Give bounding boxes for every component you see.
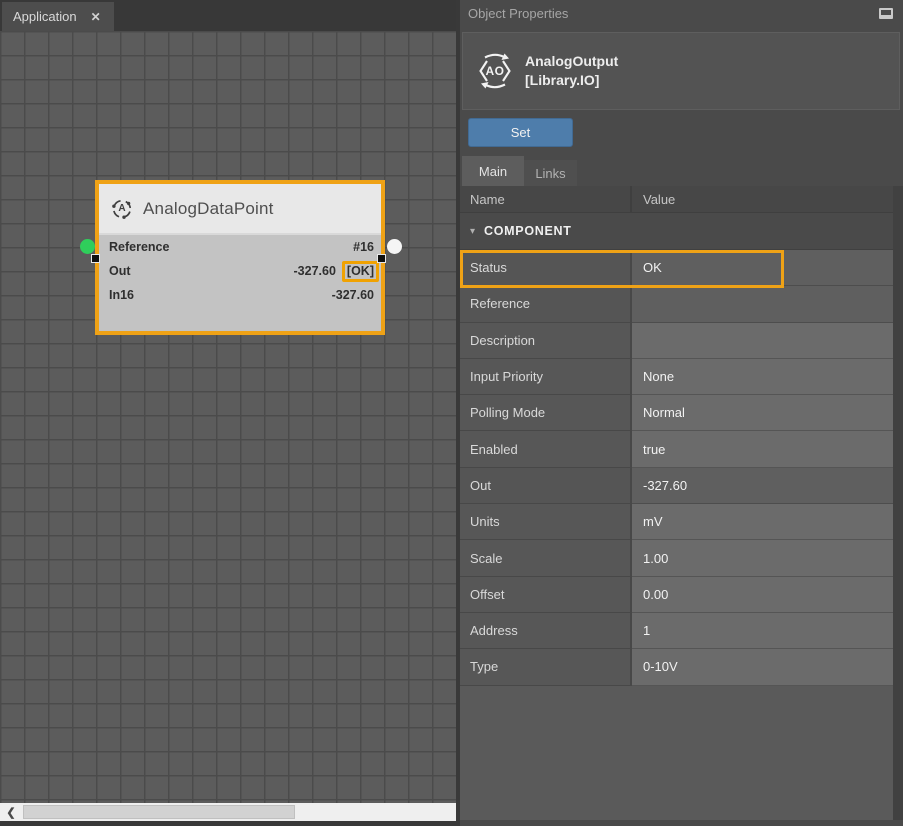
property-name: Description (460, 323, 632, 359)
block-rows: Reference #16 Out -327.60 [OK] In16 -327.60 (99, 235, 381, 331)
property-row-out[interactable]: Out-327.60 (460, 468, 893, 504)
property-name: Status (460, 250, 632, 286)
property-row-address[interactable]: Address1 (460, 613, 893, 649)
column-header-name: Name (460, 186, 632, 212)
column-header-value: Value (632, 192, 675, 207)
property-value[interactable]: mV (632, 504, 893, 540)
property-value[interactable]: Normal (632, 395, 893, 431)
scrollbar-thumb[interactable] (23, 805, 295, 819)
property-name: Enabled (460, 431, 632, 467)
block-body: A AnalogDataPoint Reference #16 Out -327.60… (99, 184, 381, 331)
property-row-offset[interactable]: Offset0.00 (460, 577, 893, 613)
property-value[interactable] (632, 323, 893, 359)
tab-application[interactable]: Application ✕ (2, 2, 114, 31)
prop-rows: StatusOKReferenceDescriptionInput Priori… (460, 250, 893, 686)
scroll-left-arrow-icon[interactable]: ❮ (0, 803, 22, 821)
block-row[interactable] (99, 307, 381, 331)
property-value[interactable] (632, 286, 893, 322)
property-name: Out (460, 468, 632, 504)
input-port-connector[interactable] (80, 239, 95, 254)
property-name: Address (460, 613, 632, 649)
analog-data-point-block[interactable]: A AnalogDataPoint Reference #16 Out -327.60… (95, 180, 385, 335)
property-row-units[interactable]: UnitsmV (460, 504, 893, 540)
block-icon-letter: A (111, 198, 133, 220)
block-title: AnalogDataPoint (143, 199, 274, 219)
tab-label: Application (13, 9, 77, 24)
table-header-row: Name Value (460, 186, 893, 213)
property-name: Scale (460, 540, 632, 576)
property-value[interactable]: OK (632, 250, 893, 286)
close-icon[interactable]: ✕ (91, 11, 101, 23)
property-name: Units (460, 504, 632, 540)
property-value[interactable]: 0.00 (632, 577, 893, 613)
analog-point-icon: A (111, 198, 133, 220)
section-label: COMPONENT (484, 224, 572, 238)
block-row[interactable]: Reference #16 (99, 235, 381, 259)
block-row-name: In16 (109, 288, 134, 302)
object-name: AnalogOutput (525, 52, 618, 71)
property-name: Reference (460, 286, 632, 322)
output-port-connector[interactable] (387, 239, 402, 254)
analog-output-icon: AO (476, 52, 514, 90)
block-row[interactable]: In16 -327.60 (99, 283, 381, 307)
property-name: Input Priority (460, 359, 632, 395)
table-right-gap (893, 186, 903, 820)
property-name: Polling Mode (460, 395, 632, 431)
grid-background[interactable] (0, 31, 456, 803)
property-name: Offset (460, 577, 632, 613)
panel-title-bar: Object Properties (460, 0, 903, 26)
resize-handle-left[interactable] (91, 254, 100, 263)
property-value[interactable]: 0-10V (632, 649, 893, 685)
panel-tabs: Main Links (462, 156, 577, 186)
ao-icon-text: AO (476, 52, 514, 90)
property-row-description[interactable]: Description (460, 323, 893, 359)
property-row-enabled[interactable]: Enabledtrue (460, 431, 893, 467)
property-row-input-priority[interactable]: Input PriorityNone (460, 359, 893, 395)
block-row-name: Out (109, 264, 131, 278)
block-row-name: Reference (109, 240, 169, 254)
property-value[interactable]: true (632, 431, 893, 467)
property-row-polling-mode[interactable]: Polling ModeNormal (460, 395, 893, 431)
tab-main[interactable]: Main (462, 156, 524, 186)
property-name: Type (460, 649, 632, 685)
object-properties-panel: Object Properties AO AnalogOutput [Libra… (460, 0, 903, 826)
block-row-value: -327.60 (294, 264, 336, 278)
resize-handle-right[interactable] (377, 254, 386, 263)
set-button[interactable]: Set (468, 118, 573, 147)
tab-links[interactable]: Links (524, 160, 577, 186)
property-row-type[interactable]: Type0-10V (460, 649, 893, 685)
horizontal-scrollbar[interactable]: ❮ (0, 803, 456, 821)
property-row-reference[interactable]: Reference (460, 286, 893, 322)
section-component[interactable]: ▾ COMPONENT (460, 213, 893, 250)
property-value[interactable]: 1 (632, 613, 893, 649)
property-row-status[interactable]: StatusOK (460, 250, 893, 286)
property-value[interactable]: -327.60 (632, 468, 893, 504)
status-ok-badge: [OK] (342, 261, 379, 282)
canvas-tab-bar: Application ✕ (0, 0, 456, 31)
window-dock-icon[interactable] (879, 8, 893, 19)
block-row-value: -327.60 (332, 288, 374, 302)
property-value[interactable]: None (632, 359, 893, 395)
property-table: Name Value ▾ COMPONENT StatusOKReference… (460, 186, 893, 820)
property-value[interactable]: 1.00 (632, 540, 893, 576)
block-row[interactable]: Out -327.60 [OK] (99, 259, 381, 283)
block-row-value: #16 (353, 240, 374, 254)
wire-sheet-canvas[interactable]: Application ✕ A AnalogDataPoint Referenc… (0, 0, 456, 821)
collapse-triangle-icon[interactable]: ▾ (470, 226, 475, 237)
object-library: [Library.IO] (525, 71, 618, 90)
property-row-scale[interactable]: Scale1.00 (460, 540, 893, 576)
selected-object-card: AO AnalogOutput [Library.IO] (462, 32, 900, 110)
block-header[interactable]: A AnalogDataPoint (99, 184, 381, 233)
panel-title: Object Properties (468, 6, 568, 21)
